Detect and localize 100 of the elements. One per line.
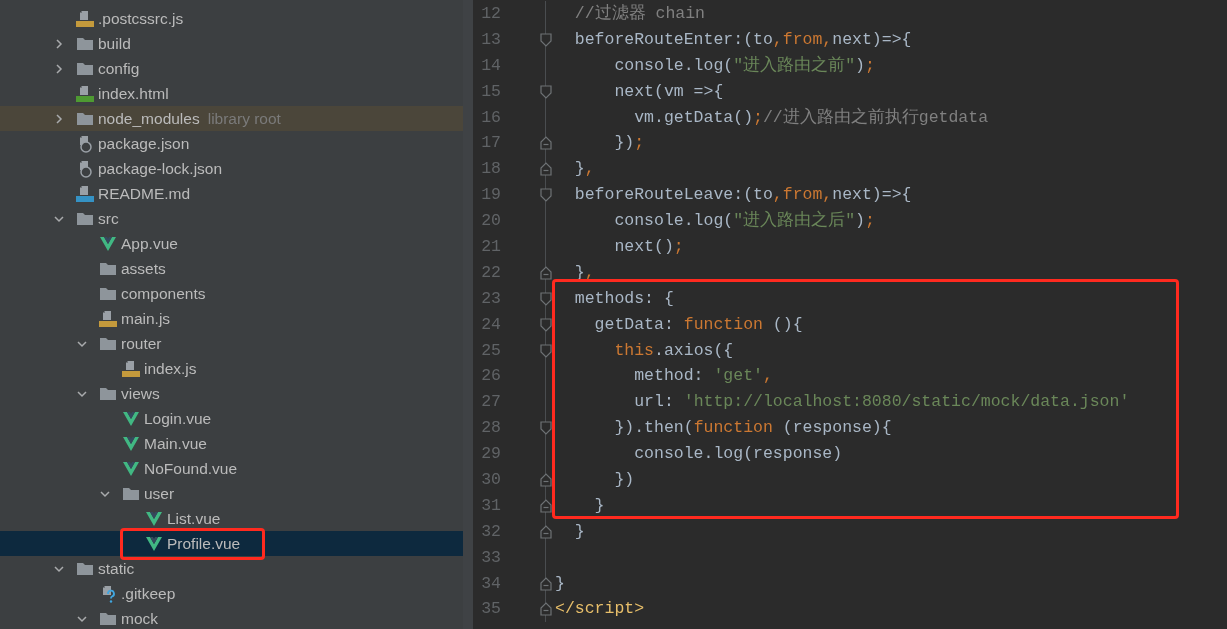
chevron-down-icon[interactable] [77, 338, 87, 349]
fold-start-icon[interactable] [540, 343, 552, 358]
tree-item[interactable]: src [0, 206, 463, 231]
tree-item[interactable]: node_modules library root [0, 106, 463, 131]
vue-file-icon [122, 460, 140, 477]
code-line: next(); [613, 236, 684, 258]
fold-start-icon[interactable] [540, 84, 552, 99]
chevron-down-icon[interactable] [77, 613, 87, 624]
chevron-right-icon[interactable] [54, 63, 64, 74]
code-line: getData: function (){ [593, 313, 803, 336]
line-number: 20 [480, 210, 501, 233]
line-number: 35 [480, 598, 501, 621]
tree-item[interactable]: views [0, 381, 463, 406]
fold-start-icon[interactable] [540, 32, 552, 47]
tree-item[interactable]: .postcssrc.js [0, 6, 463, 31]
folder-icon [99, 385, 117, 402]
fold-start-icon[interactable] [540, 421, 552, 436]
code-line: beforeRouteEnter:(to,from,next)=>{ [573, 28, 912, 51]
markdown-file-icon [76, 184, 94, 203]
line-number: 30 [480, 469, 501, 492]
fold-start-icon[interactable] [540, 291, 552, 306]
tree-item[interactable]: static [0, 556, 463, 581]
line-number: 21 [480, 236, 501, 258]
folder-icon [76, 110, 94, 127]
tree-item[interactable]: .gitkeep [0, 581, 463, 606]
code-line: methods: { [573, 287, 674, 310]
fold-end-icon[interactable] [540, 265, 552, 280]
code-line: next(vm =>{ [613, 80, 724, 103]
tree-item[interactable]: components [0, 281, 463, 306]
folder-icon [99, 610, 117, 627]
code-line: method: 'get', [633, 365, 773, 388]
js-file-icon [99, 309, 117, 328]
code-line: url: 'http://localhost:8080/static/mock/data.json' [633, 391, 1130, 414]
line-number: 34 [480, 572, 501, 595]
chevron-right-icon[interactable] [54, 113, 64, 124]
folder-icon [99, 260, 117, 277]
js-file-icon [76, 9, 94, 28]
fold-end-icon[interactable] [540, 472, 552, 487]
folder-icon [99, 335, 117, 352]
line-number: 31 [480, 494, 501, 517]
tree-item[interactable]: index.js [0, 356, 463, 381]
tree-item[interactable]: user [0, 481, 463, 506]
fold-end-icon[interactable] [540, 162, 552, 177]
line-number: 17 [480, 132, 501, 155]
tree-item[interactable]: assets [0, 256, 463, 281]
line-number: 32 [480, 520, 501, 543]
fold-end-icon[interactable] [540, 498, 552, 513]
code-line: vm.getData();//进入路由之前执行getdata [633, 106, 989, 129]
tree-item[interactable]: List.vue [0, 506, 463, 531]
line-number: 23 [480, 287, 501, 310]
folder-icon [76, 560, 94, 577]
line-number: 26 [480, 365, 501, 388]
tree-item[interactable]: index.html [0, 81, 463, 106]
line-number: 28 [480, 417, 501, 440]
chevron-down-icon[interactable] [54, 563, 64, 574]
tree-item[interactable]: config [0, 56, 463, 81]
code-line: }).then(function (response){ [613, 417, 892, 440]
line-number: 15 [480, 80, 501, 103]
tree-item[interactable]: NoFound.vue [0, 456, 463, 481]
tree-item[interactable]: package-lock.json [0, 156, 463, 181]
line-number: 25 [480, 339, 501, 362]
code-line: } [573, 520, 585, 543]
line-number: 22 [480, 261, 501, 284]
fold-end-icon[interactable] [540, 524, 552, 539]
line-number: 33 [480, 546, 501, 569]
tree-item[interactable]: build [0, 31, 463, 56]
line-number: 29 [480, 443, 501, 466]
folder-icon [76, 35, 94, 52]
tree-item[interactable]: README.md [0, 181, 463, 206]
tree-item[interactable]: mock [0, 606, 463, 629]
library-note: library root [207, 109, 281, 128]
tree-item[interactable]: Login.vue [0, 406, 463, 431]
fold-end-icon[interactable] [540, 576, 552, 591]
code-line: //过滤器 chain [573, 3, 706, 25]
code-line: </script> [555, 598, 645, 621]
chevron-down-icon[interactable] [100, 488, 110, 499]
vue-file-icon [99, 235, 117, 252]
tree-item[interactable]: Profile.vue [0, 531, 463, 556]
code-line: console.log("进入路由之后"); [613, 209, 875, 233]
vue-file-icon [145, 510, 163, 527]
code-line: }) [613, 469, 635, 492]
tree-item[interactable]: router [0, 331, 463, 356]
code-line: console.log(response) [633, 443, 843, 466]
code-line: } [555, 572, 565, 595]
code-line: }); [613, 132, 645, 155]
fold-end-icon[interactable] [540, 602, 552, 617]
line-number: 24 [480, 313, 501, 336]
chevron-down-icon[interactable] [54, 213, 64, 224]
line-number: 19 [480, 184, 501, 207]
fold-start-icon[interactable] [540, 317, 552, 332]
tree-item[interactable]: package.json [0, 131, 463, 156]
folder-icon [76, 60, 94, 77]
chevron-down-icon[interactable] [77, 388, 87, 399]
tree-item[interactable]: Main.vue [0, 431, 463, 456]
fold-start-icon[interactable] [540, 188, 552, 203]
chevron-right-icon[interactable] [54, 38, 64, 49]
tree-item[interactable]: main.js [0, 306, 463, 331]
fold-end-icon[interactable] [540, 136, 552, 151]
tree-item[interactable]: App.vue [0, 231, 463, 256]
code-line: console.log("进入路由之前"); [613, 54, 875, 77]
